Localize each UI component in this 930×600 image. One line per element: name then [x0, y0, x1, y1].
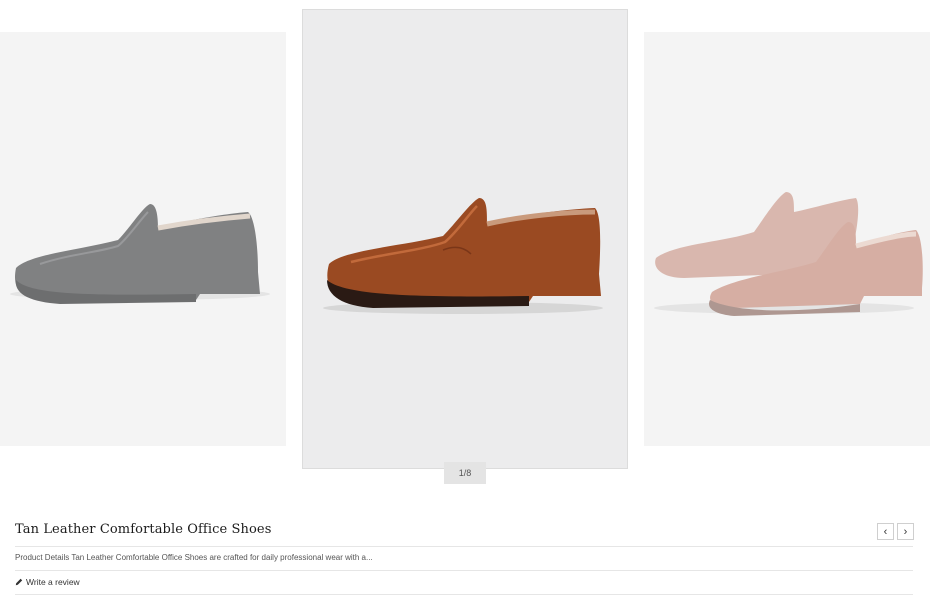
divider: [15, 546, 913, 547]
write-review-label: Write a review: [26, 577, 80, 587]
write-review-link[interactable]: Write a review: [15, 577, 80, 587]
chevron-left-icon: ‹: [883, 525, 888, 538]
pencil-icon: [15, 578, 23, 586]
black-loafer-image: [10, 204, 270, 304]
next-slide-button[interactable]: ›: [897, 523, 914, 540]
product-description: Product Details Tan Leather Comfortable …: [15, 553, 373, 562]
prev-slide-button[interactable]: ‹: [877, 523, 894, 540]
divider: [15, 594, 913, 595]
carousel-slide-active[interactable]: [302, 9, 628, 469]
product-title: Tan Leather Comfortable Office Shoes: [15, 522, 272, 537]
slide-counter: 1/8: [444, 462, 486, 484]
tan-loafer-image: [323, 198, 603, 314]
carousel-slide-next[interactable]: [644, 32, 930, 446]
pink-loafer-image: [654, 192, 923, 316]
carousel-slide-previous[interactable]: [0, 32, 286, 446]
divider: [15, 570, 913, 571]
chevron-right-icon: ›: [903, 525, 908, 538]
